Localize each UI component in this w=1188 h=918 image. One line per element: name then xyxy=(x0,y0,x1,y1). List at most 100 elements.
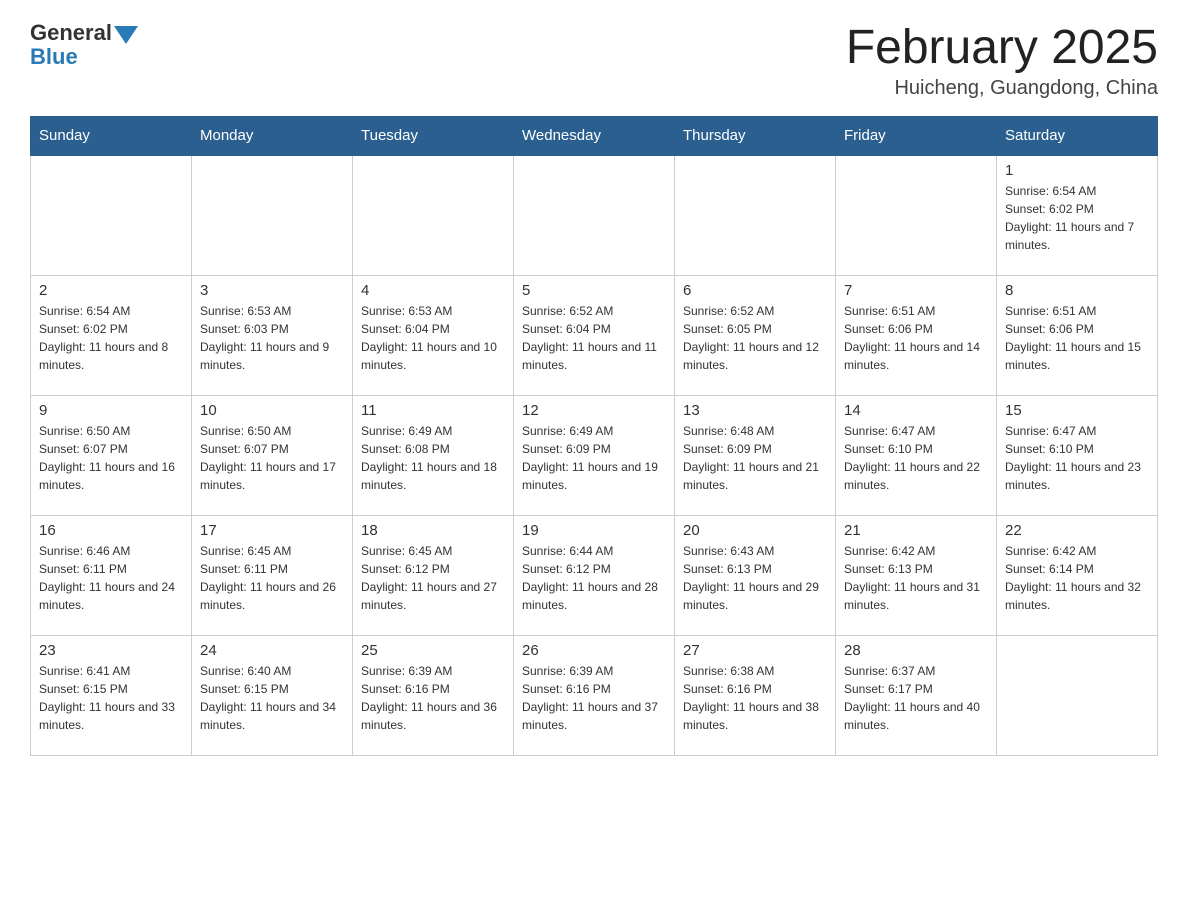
day-number: 14 xyxy=(844,402,988,419)
day-number: 9 xyxy=(39,402,183,419)
day-info: Sunrise: 6:50 AM Sunset: 6:07 PM Dayligh… xyxy=(39,422,183,494)
weekday-header-saturday: Saturday xyxy=(997,117,1158,156)
day-info: Sunrise: 6:42 AM Sunset: 6:13 PM Dayligh… xyxy=(844,542,988,614)
weekday-header-sunday: Sunday xyxy=(31,117,192,156)
day-number: 2 xyxy=(39,282,183,299)
calendar-cell: 5Sunrise: 6:52 AM Sunset: 6:04 PM Daylig… xyxy=(514,275,675,395)
calendar-cell: 27 Sunrise: 6:38 AM Sunset: 6:16 PM Dayli… xyxy=(675,635,836,755)
logo-blue-text: Blue xyxy=(30,44,78,70)
day-info: Sunrise: 6:44 AM Sunset: 6:12 PM Dayligh… xyxy=(522,542,666,614)
day-number: 25 xyxy=(361,642,505,659)
calendar-cell: 16Sunrise: 6:46 AM Sunset: 6:11 PM Dayli… xyxy=(31,515,192,635)
calendar-cell: 4 Sunrise: 6:53 AM Sunset: 6:04 PM Daylig… xyxy=(353,275,514,395)
weekday-header-wednesday: Wednesday xyxy=(514,117,675,156)
day-info: Sunrise: 6:51 AM Sunset: 6:06 PM Dayligh… xyxy=(844,302,988,374)
day-info: Sunrise: 6:40 AM Sunset: 6:15 PM Dayligh… xyxy=(200,662,344,734)
day-number: 12 xyxy=(522,402,666,419)
week-row-4: 16Sunrise: 6:46 AM Sunset: 6:11 PM Dayli… xyxy=(31,515,1158,635)
calendar-cell: 20Sunrise: 6:43 AM Sunset: 6:13 PM Dayli… xyxy=(675,515,836,635)
day-info: Sunrise: 6:43 AM Sunset: 6:13 PM Dayligh… xyxy=(683,542,827,614)
day-number: 24 xyxy=(200,642,344,659)
day-info: Sunrise: 6:39 AM Sunset: 6:16 PM Dayligh… xyxy=(361,662,505,734)
calendar-cell: 10Sunrise: 6:50 AM Sunset: 6:07 PM Dayli… xyxy=(192,395,353,515)
day-info: Sunrise: 6:47 AM Sunset: 6:10 PM Dayligh… xyxy=(1005,422,1149,494)
week-row-5: 23 Sunrise: 6:41 AM Sunset: 6:15 PM Dayli… xyxy=(31,635,1158,755)
day-number: 26 xyxy=(522,642,666,659)
day-number: 10 xyxy=(200,402,344,419)
calendar-cell: 28 Sunrise: 6:37 AM Sunset: 6:17 PM Dayli… xyxy=(836,635,997,755)
week-row-1: 1 Sunrise: 6:54 AM Sunset: 6:02 PM Daylig… xyxy=(31,155,1158,275)
calendar-cell: 12 Sunrise: 6:49 AM Sunset: 6:09 PM Dayli… xyxy=(514,395,675,515)
calendar-cell: 18 Sunrise: 6:45 AM Sunset: 6:12 PM Dayli… xyxy=(353,515,514,635)
day-info: Sunrise: 6:54 AM Sunset: 6:02 PM Dayligh… xyxy=(1005,182,1149,254)
day-number: 13 xyxy=(683,402,827,419)
calendar-cell: 22Sunrise: 6:42 AM Sunset: 6:14 PM Dayli… xyxy=(997,515,1158,635)
calendar-cell xyxy=(997,635,1158,755)
page-header: General Blue February 2025 Huicheng, Gua… xyxy=(30,20,1158,100)
day-info: Sunrise: 6:52 AM Sunset: 6:05 PM Dayligh… xyxy=(683,302,827,374)
logo: General Blue xyxy=(30,20,138,70)
day-info: Sunrise: 6:37 AM Sunset: 6:17 PM Dayligh… xyxy=(844,662,988,734)
logo-general-text: General xyxy=(30,20,112,46)
day-number: 5 xyxy=(522,282,666,299)
week-row-3: 9 Sunrise: 6:50 AM Sunset: 6:07 PM Daylig… xyxy=(31,395,1158,515)
day-number: 7 xyxy=(844,282,988,299)
day-info: Sunrise: 6:38 AM Sunset: 6:16 PM Dayligh… xyxy=(683,662,827,734)
day-number: 3 xyxy=(200,282,344,299)
calendar-cell: 3 Sunrise: 6:53 AM Sunset: 6:03 PM Daylig… xyxy=(192,275,353,395)
calendar-cell: 11 Sunrise: 6:49 AM Sunset: 6:08 PM Dayli… xyxy=(353,395,514,515)
day-number: 18 xyxy=(361,522,505,539)
calendar-cell: 13 Sunrise: 6:48 AM Sunset: 6:09 PM Dayli… xyxy=(675,395,836,515)
day-info: Sunrise: 6:51 AM Sunset: 6:06 PM Dayligh… xyxy=(1005,302,1149,374)
calendar-cell: 9 Sunrise: 6:50 AM Sunset: 6:07 PM Daylig… xyxy=(31,395,192,515)
day-number: 11 xyxy=(361,402,505,419)
calendar-cell xyxy=(353,155,514,275)
day-number: 19 xyxy=(522,522,666,539)
weekday-header-friday: Friday xyxy=(836,117,997,156)
day-info: Sunrise: 6:41 AM Sunset: 6:15 PM Dayligh… xyxy=(39,662,183,734)
day-info: Sunrise: 6:45 AM Sunset: 6:11 PM Dayligh… xyxy=(200,542,344,614)
day-info: Sunrise: 6:49 AM Sunset: 6:09 PM Dayligh… xyxy=(522,422,666,494)
calendar-cell xyxy=(836,155,997,275)
day-number: 23 xyxy=(39,642,183,659)
calendar-body: 1 Sunrise: 6:54 AM Sunset: 6:02 PM Daylig… xyxy=(31,155,1158,755)
calendar-cell: 2Sunrise: 6:54 AM Sunset: 6:02 PM Daylig… xyxy=(31,275,192,395)
day-number: 4 xyxy=(361,282,505,299)
day-info: Sunrise: 6:53 AM Sunset: 6:03 PM Dayligh… xyxy=(200,302,344,374)
day-info: Sunrise: 6:49 AM Sunset: 6:08 PM Dayligh… xyxy=(361,422,505,494)
day-info: Sunrise: 6:53 AM Sunset: 6:04 PM Dayligh… xyxy=(361,302,505,374)
calendar-cell xyxy=(192,155,353,275)
calendar-cell: 15Sunrise: 6:47 AM Sunset: 6:10 PM Dayli… xyxy=(997,395,1158,515)
calendar-header: SundayMondayTuesdayWednesdayThursdayFrid… xyxy=(31,117,1158,156)
calendar-cell: 14 Sunrise: 6:47 AM Sunset: 6:10 PM Dayli… xyxy=(836,395,997,515)
calendar-cell: 17 Sunrise: 6:45 AM Sunset: 6:11 PM Dayli… xyxy=(192,515,353,635)
day-number: 6 xyxy=(683,282,827,299)
calendar-cell: 19 Sunrise: 6:44 AM Sunset: 6:12 PM Dayli… xyxy=(514,515,675,635)
day-info: Sunrise: 6:45 AM Sunset: 6:12 PM Dayligh… xyxy=(361,542,505,614)
calendar-cell: 7 Sunrise: 6:51 AM Sunset: 6:06 PM Daylig… xyxy=(836,275,997,395)
weekday-row: SundayMondayTuesdayWednesdayThursdayFrid… xyxy=(31,117,1158,156)
calendar-table: SundayMondayTuesdayWednesdayThursdayFrid… xyxy=(30,116,1158,756)
calendar-cell: 1 Sunrise: 6:54 AM Sunset: 6:02 PM Daylig… xyxy=(997,155,1158,275)
calendar-cell: 23 Sunrise: 6:41 AM Sunset: 6:15 PM Dayli… xyxy=(31,635,192,755)
day-number: 8 xyxy=(1005,282,1149,299)
day-info: Sunrise: 6:39 AM Sunset: 6:16 PM Dayligh… xyxy=(522,662,666,734)
calendar-cell: 24 Sunrise: 6:40 AM Sunset: 6:15 PM Dayli… xyxy=(192,635,353,755)
day-number: 27 xyxy=(683,642,827,659)
day-number: 21 xyxy=(844,522,988,539)
weekday-header-monday: Monday xyxy=(192,117,353,156)
day-info: Sunrise: 6:46 AM Sunset: 6:11 PM Dayligh… xyxy=(39,542,183,614)
day-info: Sunrise: 6:48 AM Sunset: 6:09 PM Dayligh… xyxy=(683,422,827,494)
title-block: February 2025 Huicheng, Guangdong, China xyxy=(846,20,1158,100)
day-number: 22 xyxy=(1005,522,1149,539)
calendar-cell: 25 Sunrise: 6:39 AM Sunset: 6:16 PM Dayli… xyxy=(353,635,514,755)
weekday-header-thursday: Thursday xyxy=(675,117,836,156)
day-number: 1 xyxy=(1005,162,1149,179)
week-row-2: 2Sunrise: 6:54 AM Sunset: 6:02 PM Daylig… xyxy=(31,275,1158,395)
day-number: 17 xyxy=(200,522,344,539)
location-text: Huicheng, Guangdong, China xyxy=(846,77,1158,100)
logo-arrow-icon xyxy=(114,26,138,44)
day-number: 28 xyxy=(844,642,988,659)
calendar-cell: 26 Sunrise: 6:39 AM Sunset: 6:16 PM Dayli… xyxy=(514,635,675,755)
day-info: Sunrise: 6:47 AM Sunset: 6:10 PM Dayligh… xyxy=(844,422,988,494)
